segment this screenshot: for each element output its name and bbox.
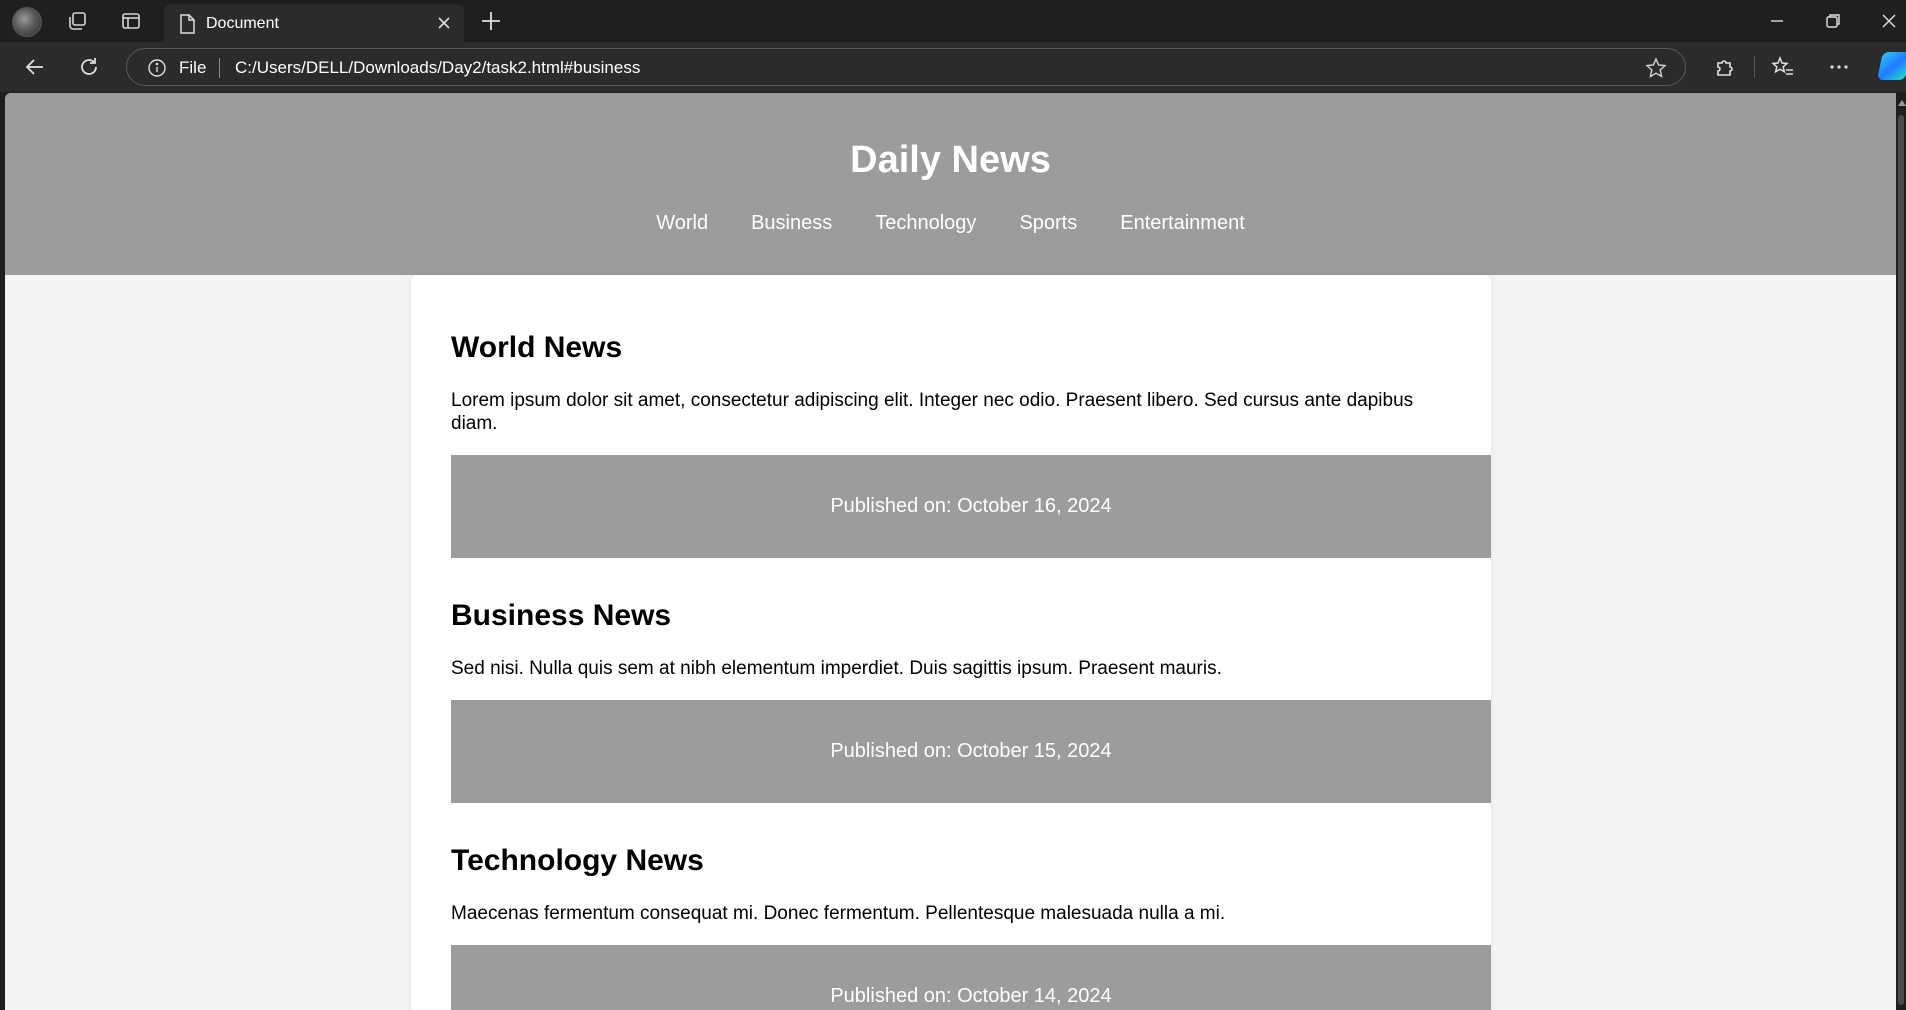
extensions-icon[interactable] bbox=[1712, 54, 1738, 80]
close-window-icon[interactable] bbox=[1876, 8, 1902, 34]
toolbar-separator bbox=[1754, 56, 1755, 78]
article-business: Business News Sed nisi. Nulla quis sem a… bbox=[451, 599, 1491, 803]
browser-window: Document File C:/Users/DELL/Downloads/Da… bbox=[0, 0, 1906, 1010]
site-header: Daily News World Business Technology Spo… bbox=[5, 93, 1896, 275]
nav-link-world[interactable]: World bbox=[656, 212, 708, 235]
new-tab-icon[interactable] bbox=[478, 8, 504, 34]
published-footer: Published on: October 16, 2024 bbox=[451, 455, 1491, 558]
article-title: Technology News bbox=[451, 844, 704, 877]
copilot-icon[interactable] bbox=[1877, 52, 1906, 80]
article-body: Maecenas fermentum consequat mi. Donec f… bbox=[451, 903, 1226, 924]
back-arrow-icon[interactable] bbox=[22, 54, 48, 80]
vertical-tabs-icon[interactable] bbox=[116, 6, 146, 36]
tab-document[interactable]: Document bbox=[164, 4, 464, 42]
refresh-icon[interactable] bbox=[76, 54, 102, 80]
address-separator bbox=[219, 58, 220, 78]
scrollbar-thumb[interactable] bbox=[1898, 115, 1904, 1005]
published-footer: Published on: October 14, 2024 bbox=[451, 945, 1491, 1010]
profile-avatar[interactable] bbox=[12, 7, 42, 37]
nav-link-technology[interactable]: Technology bbox=[875, 212, 976, 235]
article-technology: Technology News Maecenas fermentum conse… bbox=[451, 844, 1491, 1010]
nav-link-entertainment[interactable]: Entertainment bbox=[1120, 212, 1245, 235]
site-title: Daily News bbox=[850, 139, 1051, 181]
info-icon[interactable] bbox=[147, 58, 167, 78]
nav-link-sports[interactable]: Sports bbox=[1019, 212, 1077, 235]
restore-icon[interactable] bbox=[1820, 8, 1846, 34]
page-viewport: Daily News World Business Technology Spo… bbox=[5, 93, 1896, 1010]
scroll-up-arrow-icon[interactable] bbox=[1898, 100, 1906, 106]
address-bar[interactable]: File C:/Users/DELL/Downloads/Day2/task2.… bbox=[126, 48, 1686, 86]
article-world: World News Lorem ipsum dolor sit amet, c… bbox=[451, 331, 1491, 558]
favorites-icon[interactable] bbox=[1770, 54, 1796, 80]
nav-link-business[interactable]: Business bbox=[751, 212, 832, 235]
article-title: Business News bbox=[451, 599, 672, 632]
favorite-star-icon[interactable] bbox=[1645, 57, 1667, 79]
scheme-label: File bbox=[179, 58, 207, 77]
site-nav: World Business Technology Sports Enterta… bbox=[5, 212, 1896, 235]
close-icon[interactable] bbox=[434, 13, 454, 33]
article-body: Lorem ipsum dolor sit amet, consectetur … bbox=[451, 390, 1414, 434]
title-bar: Document bbox=[0, 0, 1906, 42]
page-icon bbox=[178, 14, 196, 34]
minimize-icon[interactable] bbox=[1764, 8, 1790, 34]
article-title: World News bbox=[451, 331, 623, 364]
tab-title: Document bbox=[206, 15, 279, 32]
published-footer: Published on: October 15, 2024 bbox=[451, 700, 1491, 803]
main-content: World News Lorem ipsum dolor sit amet, c… bbox=[411, 275, 1491, 1010]
url-text[interactable]: C:/Users/DELL/Downloads/Day2/task2.html#… bbox=[235, 58, 640, 78]
article-body: Sed nisi. Nulla quis sem at nibh element… bbox=[451, 658, 1222, 679]
more-options-icon[interactable] bbox=[1826, 54, 1852, 80]
browser-toolbar: File C:/Users/DELL/Downloads/Day2/task2.… bbox=[0, 42, 1906, 92]
workspaces-icon[interactable] bbox=[62, 6, 92, 36]
